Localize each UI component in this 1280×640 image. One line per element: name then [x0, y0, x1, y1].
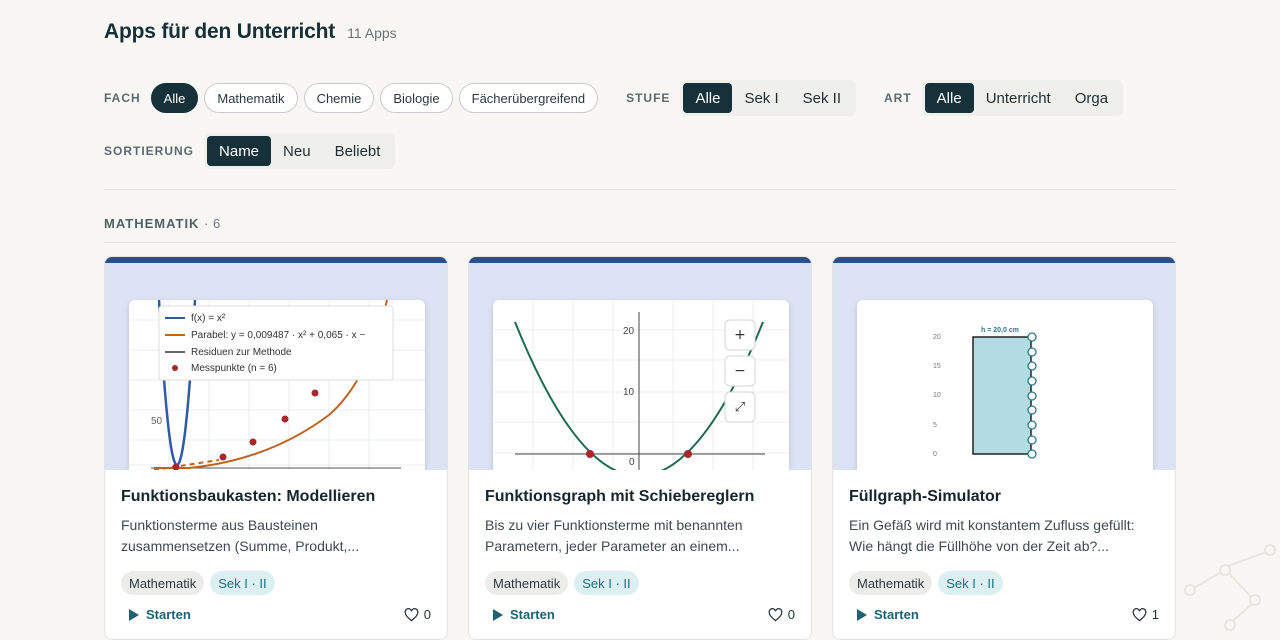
filter-label-sortierung: SORTIERUNG — [104, 144, 195, 158]
play-icon — [129, 608, 139, 621]
art-option-orga[interactable]: Orga — [1063, 83, 1120, 113]
card-description: Bis zu vier Funktionsterme mit benannten… — [485, 517, 743, 554]
app-count: 11 Apps — [347, 25, 397, 41]
start-button[interactable]: Starten — [121, 607, 191, 622]
legend-fx: f(x) = x² — [191, 313, 226, 324]
modeling-plot-thumbnail: 50 f(x) = x² Parabel: y = 0,009487 · x² … — [129, 300, 425, 470]
level-tag: Sek I · II — [210, 571, 275, 595]
art-option-unterricht[interactable]: Unterricht — [974, 83, 1063, 113]
legend-residuen: Residuen zur Methode — [191, 347, 292, 358]
filter-row-primary: FACH Alle Mathematik Chemie Biologie Fäc… — [104, 80, 1124, 116]
subject-tag: Mathematik — [121, 571, 205, 595]
start-label: Starten — [874, 607, 919, 622]
section-heading: MATHEMATIK · 6 — [104, 216, 221, 231]
play-icon — [493, 608, 503, 621]
play-icon — [857, 608, 867, 621]
app-card[interactable]: 20 15 10 5 0 h = 20,0 cm Füllgraph-Simul… — [832, 256, 1176, 640]
subject-tag: Mathematik — [849, 571, 933, 595]
like-count: 1 — [1151, 607, 1159, 622]
like-count: 0 — [787, 607, 795, 622]
stufe-option-sek-i[interactable]: Sek I — [732, 83, 790, 113]
tick-0: 0 — [933, 451, 937, 458]
art-option-alle[interactable]: Alle — [924, 83, 974, 113]
tick-5: 5 — [933, 422, 937, 429]
heart-icon — [1132, 607, 1147, 621]
fill-graph-thumbnail: 20 15 10 5 0 h = 20,0 cm — [933, 327, 1037, 459]
art-segmented-control: Alle Unterricht Orga — [921, 80, 1124, 116]
heart-icon — [404, 607, 419, 621]
filter-row-sort: SORTIERUNG Name Neu Beliebt — [104, 133, 396, 169]
card-description: Funktionsterme aus Bausteinen zusammense… — [121, 517, 360, 554]
molecule-decoration — [1184, 544, 1276, 631]
level-tag: Sek I · II — [574, 571, 639, 595]
sort-option-name[interactable]: Name — [207, 136, 272, 166]
expand-icon: ⤢ — [735, 400, 745, 415]
zoom-in-button[interactable]: + — [724, 319, 756, 351]
preview-screenshot: 20 10 0 + − ⤢ — [493, 300, 789, 470]
fach-pill-alle[interactable]: Alle — [150, 83, 199, 113]
y-tick-20: 20 — [623, 326, 635, 337]
slider-graph-thumbnail: 20 10 0 + − ⤢ — [493, 300, 789, 470]
sort-option-neu[interactable]: Neu — [271, 136, 323, 166]
like-button[interactable]: 0 — [768, 607, 795, 622]
start-label: Starten — [146, 607, 191, 622]
app-card[interactable]: 50 f(x) = x² Parabel: y = 0,009487 · x² … — [104, 256, 448, 640]
preview-screenshot: 50 f(x) = x² Parabel: y = 0,009487 · x² … — [129, 300, 425, 470]
filter-label-fach: FACH — [104, 91, 141, 105]
fach-pill-chemie[interactable]: Chemie — [303, 83, 375, 113]
legend-messpunkte: Messpunkte (n = 6) — [191, 363, 277, 374]
tick-20: 20 — [933, 334, 941, 341]
fullscreen-button[interactable]: ⤢ — [724, 391, 756, 423]
zoom-out-icon: − — [734, 363, 746, 379]
page-title: Apps für den Unterricht — [104, 20, 336, 43]
like-count: 0 — [423, 607, 431, 622]
card-title: Funktionsgraph mit Schiebereglern — [485, 488, 755, 505]
card-preview: 20 15 10 5 0 h = 20,0 cm — [833, 263, 1175, 470]
card-description: Ein Gefäß wird mit konstantem Zufluss ge… — [849, 517, 1135, 554]
start-button[interactable]: Starten — [485, 607, 555, 622]
sort-option-beliebt[interactable]: Beliebt — [323, 136, 393, 166]
y-tick-50: 50 — [151, 416, 163, 427]
section-count: · 6 — [204, 216, 221, 231]
section-divider — [104, 242, 1176, 243]
preview-screenshot: 20 15 10 5 0 h = 20,0 cm — [857, 300, 1153, 470]
like-button[interactable]: 1 — [1132, 607, 1159, 622]
filter-divider — [104, 189, 1176, 190]
card-title: Funktionsbaukasten: Modellieren — [121, 488, 376, 505]
legend-parabel: Parabel: y = 0,009487 · x² + 0,065 · x − — [191, 330, 365, 341]
filter-label-art: ART — [884, 91, 912, 105]
heart-icon — [768, 607, 783, 621]
fill-height-label: h = 20,0 cm — [981, 327, 1019, 334]
start-button[interactable]: Starten — [849, 607, 919, 622]
fach-pill-mathematik[interactable]: Mathematik — [204, 83, 298, 113]
y-tick-0: 0 — [629, 457, 635, 468]
card-title: Füllgraph-Simulator — [849, 488, 1001, 505]
stufe-segmented-control: Alle Sek I Sek II — [680, 80, 856, 116]
stufe-option-sek-ii[interactable]: Sek II — [791, 83, 853, 113]
fach-pill-biologie[interactable]: Biologie — [380, 83, 453, 113]
level-tag: Sek I · II — [938, 571, 1003, 595]
sort-segmented-control: Name Neu Beliebt — [204, 133, 396, 169]
app-card[interactable]: 20 10 0 + − ⤢ Funktionsgraph mit Schiebe… — [468, 256, 812, 640]
tick-10: 10 — [933, 392, 941, 399]
y-tick-10: 10 — [623, 387, 635, 398]
tick-15: 15 — [933, 363, 941, 370]
filter-label-stufe: STUFE — [626, 91, 671, 105]
subject-tag: Mathematik — [485, 571, 569, 595]
page-header: Apps für den Unterricht 11 Apps — [104, 20, 397, 44]
card-preview: 50 f(x) = x² Parabel: y = 0,009487 · x² … — [105, 263, 447, 470]
like-button[interactable]: 0 — [404, 607, 431, 622]
start-label: Starten — [510, 607, 555, 622]
zoom-out-button[interactable]: − — [724, 355, 756, 387]
zoom-in-icon: + — [734, 327, 746, 343]
fach-pill-faecheruebergreifend[interactable]: Fächerübergreifend — [458, 83, 599, 113]
section-title: MATHEMATIK — [104, 216, 200, 231]
card-preview: 20 10 0 + − ⤢ — [469, 263, 811, 470]
stufe-option-alle[interactable]: Alle — [683, 83, 733, 113]
